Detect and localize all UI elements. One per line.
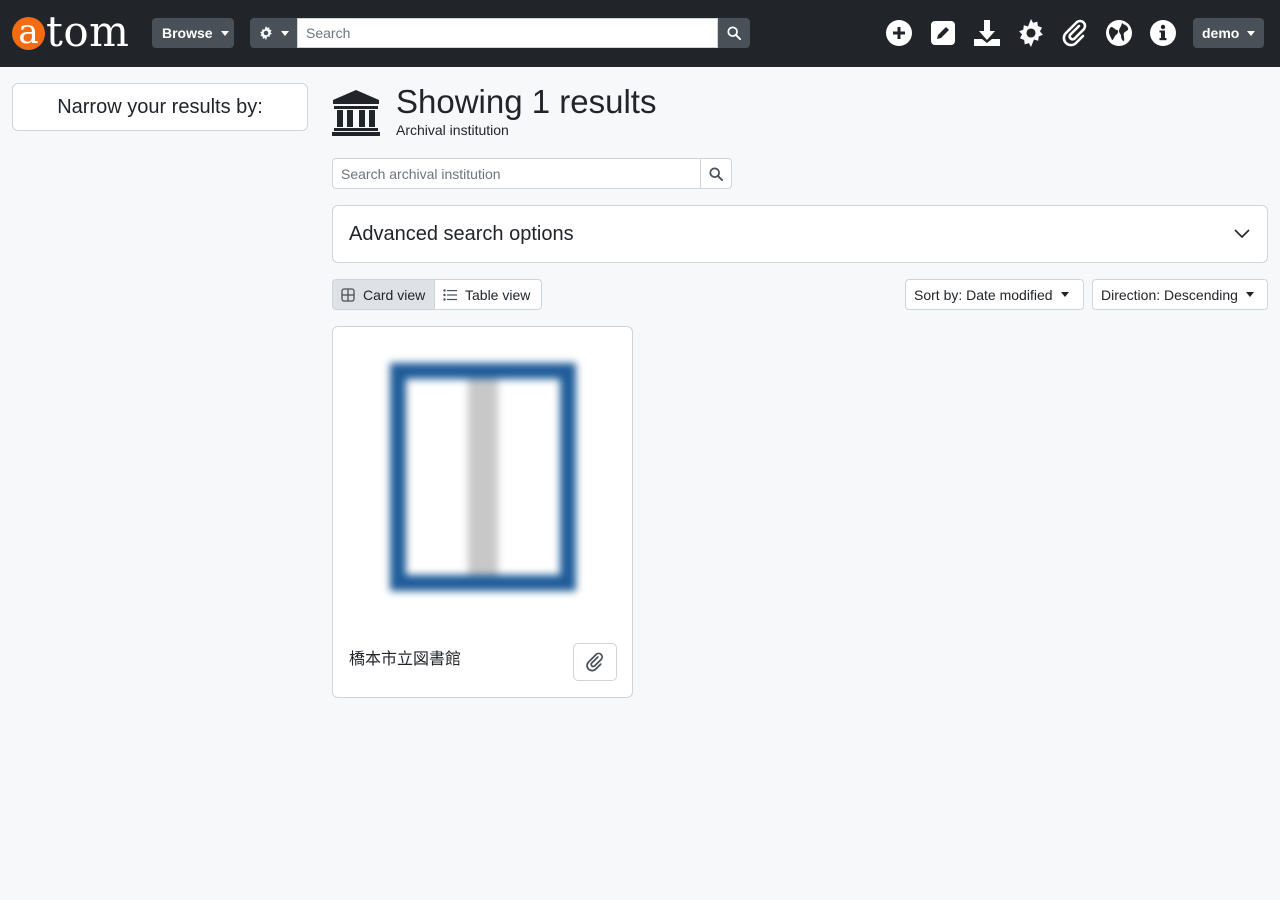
table-view-button[interactable]: Table view: [435, 279, 542, 310]
plus-circle-icon: [886, 20, 912, 46]
paperclip-icon: [586, 652, 603, 672]
caret-down-icon: [281, 30, 289, 36]
institution-icon: [332, 90, 380, 136]
browse-menu-button[interactable]: Browse: [152, 18, 234, 48]
search-options-button[interactable]: [250, 18, 297, 48]
chevron-down-icon: [1234, 229, 1250, 239]
view-toggle-group: Card view Table view: [332, 279, 542, 310]
caret-down-icon: [220, 30, 229, 36]
edit-icon: [931, 21, 955, 45]
result-title[interactable]: 橋本市立図書館: [349, 645, 461, 669]
atom-logo[interactable]: a tom: [12, 11, 130, 53]
result-card[interactable]: 橋本市立図書館: [332, 326, 633, 698]
info-icon: [1150, 20, 1176, 46]
gear-icon: [260, 26, 272, 40]
add-menu[interactable]: [884, 18, 914, 48]
sort-direction-dropdown[interactable]: Direction: Descending: [1092, 279, 1268, 310]
globe-icon: [1106, 20, 1132, 46]
card-view-button[interactable]: Card view: [332, 279, 435, 310]
caret-down-icon: [1245, 292, 1254, 297]
search-icon: [709, 166, 723, 181]
gear-icon: [1019, 19, 1043, 47]
paperclip-icon: [1062, 19, 1087, 47]
language-menu[interactable]: [1104, 18, 1134, 48]
user-menu-button[interactable]: demo: [1193, 18, 1264, 48]
search-icon: [727, 26, 741, 40]
add-to-clipboard-button[interactable]: [573, 643, 617, 681]
download-icon: [974, 20, 1000, 46]
caret-down-icon: [1060, 292, 1069, 297]
institution-thumbnail[interactable]: [390, 363, 576, 591]
list-icon: [443, 288, 457, 301]
global-search-input[interactable]: Search: [297, 18, 718, 48]
institution-search-button[interactable]: [700, 158, 732, 189]
grid-icon: [341, 287, 355, 302]
manage-menu[interactable]: [928, 18, 958, 48]
settings-menu[interactable]: [1016, 18, 1046, 48]
page-subtitle: Archival institution: [396, 122, 509, 138]
top-navbar: a tom Browse Search demo: [0, 0, 1280, 67]
institution-search-input[interactable]: Search archival institution: [332, 158, 701, 189]
sort-by-dropdown[interactable]: Sort by: Date modified: [905, 279, 1084, 310]
help-menu[interactable]: [1148, 18, 1178, 48]
narrow-results-toggle[interactable]: Narrow your results by:: [12, 83, 308, 131]
import-menu[interactable]: [972, 18, 1002, 48]
global-search-button[interactable]: [718, 18, 750, 48]
advanced-search-toggle[interactable]: Advanced search options: [332, 205, 1268, 263]
caret-down-icon: [1247, 30, 1256, 36]
clipboard-menu[interactable]: [1060, 18, 1090, 48]
page-title: Showing 1 results: [396, 83, 657, 120]
